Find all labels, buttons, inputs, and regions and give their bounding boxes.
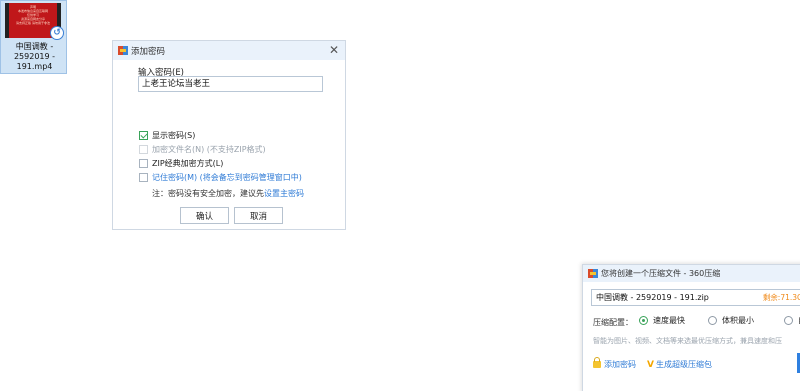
security-note-text: 注：密码没有安全加密，建议先: [152, 189, 264, 198]
password-input[interactable]: 上老王论坛当老王: [138, 76, 323, 92]
close-icon[interactable]: ✕: [329, 44, 339, 56]
add-password-dialog: 添加密码 ✕ 输入密码(E) 上老王论坛当老王 显示密码(S) 加密文件名(N)…: [112, 40, 346, 230]
radio-fastest-button[interactable]: [639, 316, 648, 325]
cancel-button[interactable]: 取消: [234, 207, 283, 224]
encrypt-filename-label: 加密文件名(N) (不支持ZIP格式): [152, 145, 266, 154]
add-password-link[interactable]: 添加密码: [593, 357, 636, 370]
encrypt-filename-checkbox: [139, 145, 148, 154]
set-master-password-link[interactable]: 设置主密码: [264, 189, 304, 198]
desktop-file-item[interactable]: 声明 本发布信息来自互联网 仅供学习 资源来自网友分享 请支持正版 请勿用于非法…: [0, 0, 67, 74]
zip-classic-checkbox[interactable]: [139, 159, 148, 168]
archive-dialog-title: 您将创建一个压缩文件 - 360压缩: [601, 269, 721, 278]
compress-config-label: 压缩配置：: [593, 318, 633, 327]
radio-custom-button[interactable]: [784, 316, 793, 325]
dialog-title: 添加密码: [131, 46, 166, 57]
radio-fastest[interactable]: 速度最快: [639, 315, 685, 326]
archive-name-input[interactable]: 中国调教 - 2592019 - 191.zip 剩余:71.3GB: [591, 289, 800, 306]
desktop-file-name: 中国调教 - 2592019 - 191.mp4: [13, 42, 56, 71]
radio-fastest-label: 速度最快: [653, 316, 685, 325]
dialog-titlebar[interactable]: 添加密码 ✕: [113, 41, 345, 60]
show-password-option[interactable]: 显示密码(S): [139, 130, 195, 141]
compress-hint: 智能为图片、视频、文档等来选最优压缩方式，兼具速度和压: [593, 337, 782, 345]
security-note: 注：密码没有安全加密，建议先设置主密码: [152, 188, 304, 199]
radio-custom[interactable]: 自: [784, 315, 800, 326]
compress-app-icon: [588, 269, 598, 278]
show-password-label: 显示密码(S): [152, 131, 196, 140]
super-archive-link[interactable]: V 生成超级压缩包: [647, 359, 712, 370]
lock-icon: [593, 357, 601, 368]
remember-password-label: 记住密码(M) (将会备忘到密码管理窗口中): [152, 173, 302, 182]
super-archive-label: 生成超级压缩包: [655, 360, 712, 369]
create-archive-dialog: 您将创建一个压缩文件 - 360压缩 中国调教 - 2592019 - 191.…: [582, 264, 800, 391]
vip-v-icon: V: [647, 359, 654, 370]
remember-password-checkbox[interactable]: [139, 173, 148, 182]
remaining-space: 剩余:71.3GB: [762, 290, 800, 305]
thumbnail-text: 声明 本发布信息来自互联网 仅供学习 资源来自网友分享 请支持正版 请勿用于非法: [16, 5, 50, 25]
confirm-button[interactable]: 确认: [180, 207, 229, 224]
shortcut-arrow-icon: ↺: [50, 26, 64, 40]
radio-smallest-button[interactable]: [708, 316, 717, 325]
show-password-checkbox[interactable]: [139, 131, 148, 140]
archive-dialog-titlebar[interactable]: 您将创建一个压缩文件 - 360压缩: [583, 265, 800, 282]
zip-classic-label: ZIP经典加密方式(L): [152, 159, 224, 168]
add-password-label: 添加密码: [604, 360, 636, 369]
compress-app-icon: [118, 46, 128, 55]
radio-smallest-label: 体积最小: [722, 316, 754, 325]
remember-password-option[interactable]: 记住密码(M) (将会备忘到密码管理窗口中): [139, 172, 302, 183]
encrypt-filename-option: 加密文件名(N) (不支持ZIP格式): [139, 144, 266, 155]
archive-name-value: 中国调教 - 2592019 - 191.zip: [596, 293, 709, 302]
radio-smallest[interactable]: 体积最小: [708, 315, 754, 326]
zip-classic-option[interactable]: ZIP经典加密方式(L): [139, 158, 223, 169]
